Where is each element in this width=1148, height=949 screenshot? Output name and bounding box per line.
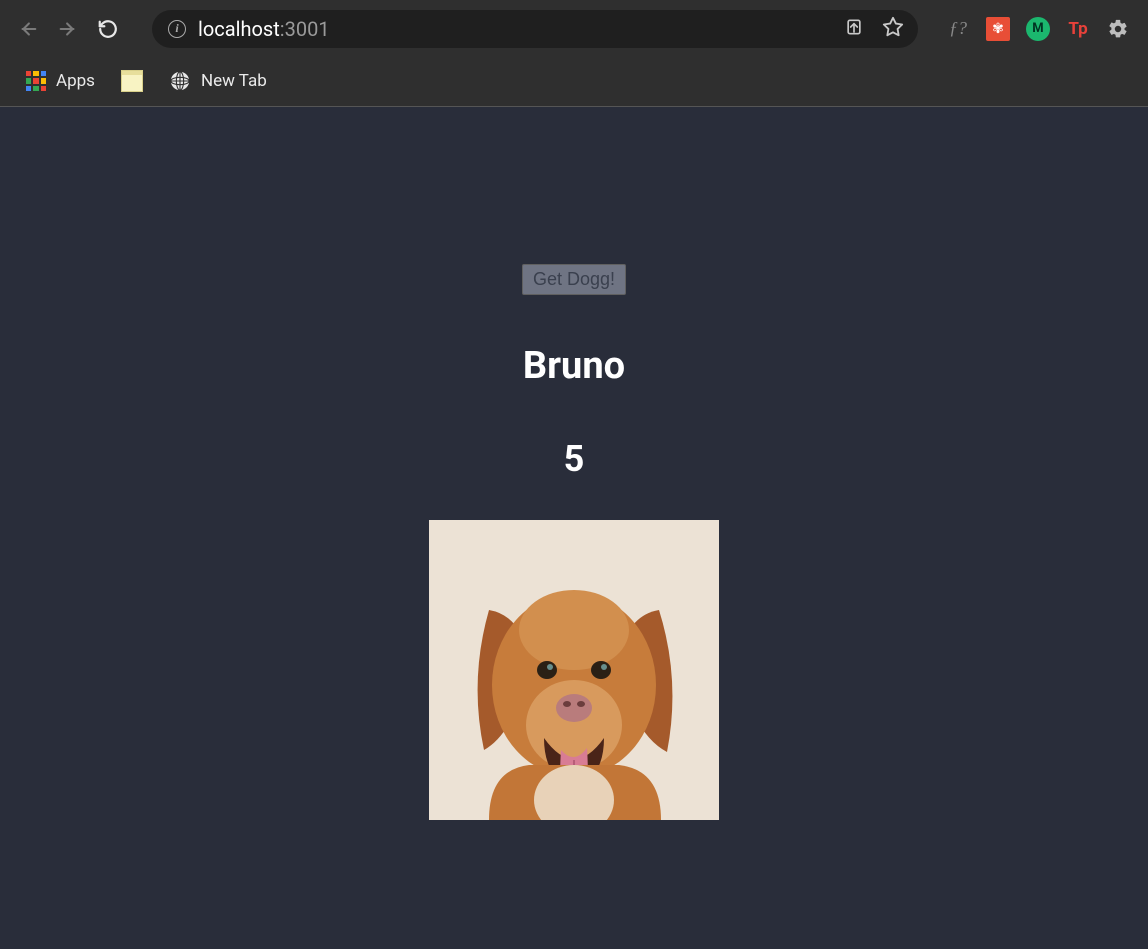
share-icon[interactable] — [844, 17, 864, 41]
address-bar-actions — [844, 16, 904, 42]
browser-toolbar: i localhost:3001 — [0, 0, 1148, 57]
extension-whatfont-icon[interactable]: ƒ? — [946, 17, 970, 41]
bookmark-apps-label: Apps — [56, 71, 95, 91]
address-bar[interactable]: i localhost:3001 — [152, 10, 918, 48]
extension-red-icon[interactable]: ✾ — [986, 17, 1010, 41]
bookmark-newtab-label: New Tab — [201, 71, 267, 91]
extension-green-icon[interactable]: M — [1026, 17, 1050, 41]
bookmarks-bar: Apps New Tab — [0, 57, 1148, 105]
extension-tp-icon[interactable]: Tp — [1066, 17, 1090, 41]
forward-button[interactable] — [54, 15, 82, 43]
bookmark-star-icon[interactable] — [882, 16, 904, 42]
apps-grid-icon — [26, 71, 46, 91]
globe-icon — [169, 70, 191, 92]
browser-chrome: i localhost:3001 — [0, 0, 1148, 107]
settings-gear-icon[interactable] — [1106, 17, 1130, 41]
url-port: :3001 — [280, 17, 330, 41]
dog-image — [429, 520, 719, 820]
site-info-icon[interactable]: i — [168, 20, 186, 38]
note-icon — [121, 70, 143, 92]
extensions-area: ƒ? ✾ M Tp — [946, 17, 1130, 41]
bookmark-note[interactable] — [113, 66, 151, 96]
url-host: localhost — [198, 17, 280, 41]
bookmark-new-tab[interactable]: New Tab — [161, 66, 275, 96]
dog-number-heading: 5 — [564, 438, 585, 480]
url-text: localhost:3001 — [198, 17, 330, 41]
reload-button[interactable] — [94, 15, 122, 43]
back-button[interactable] — [14, 15, 42, 43]
get-dogg-button[interactable]: Get Dogg! — [522, 264, 626, 295]
bookmark-apps[interactable]: Apps — [18, 67, 103, 95]
page-content: Get Dogg! Bruno 5 — [0, 107, 1148, 949]
dog-name-heading: Bruno — [523, 344, 625, 388]
